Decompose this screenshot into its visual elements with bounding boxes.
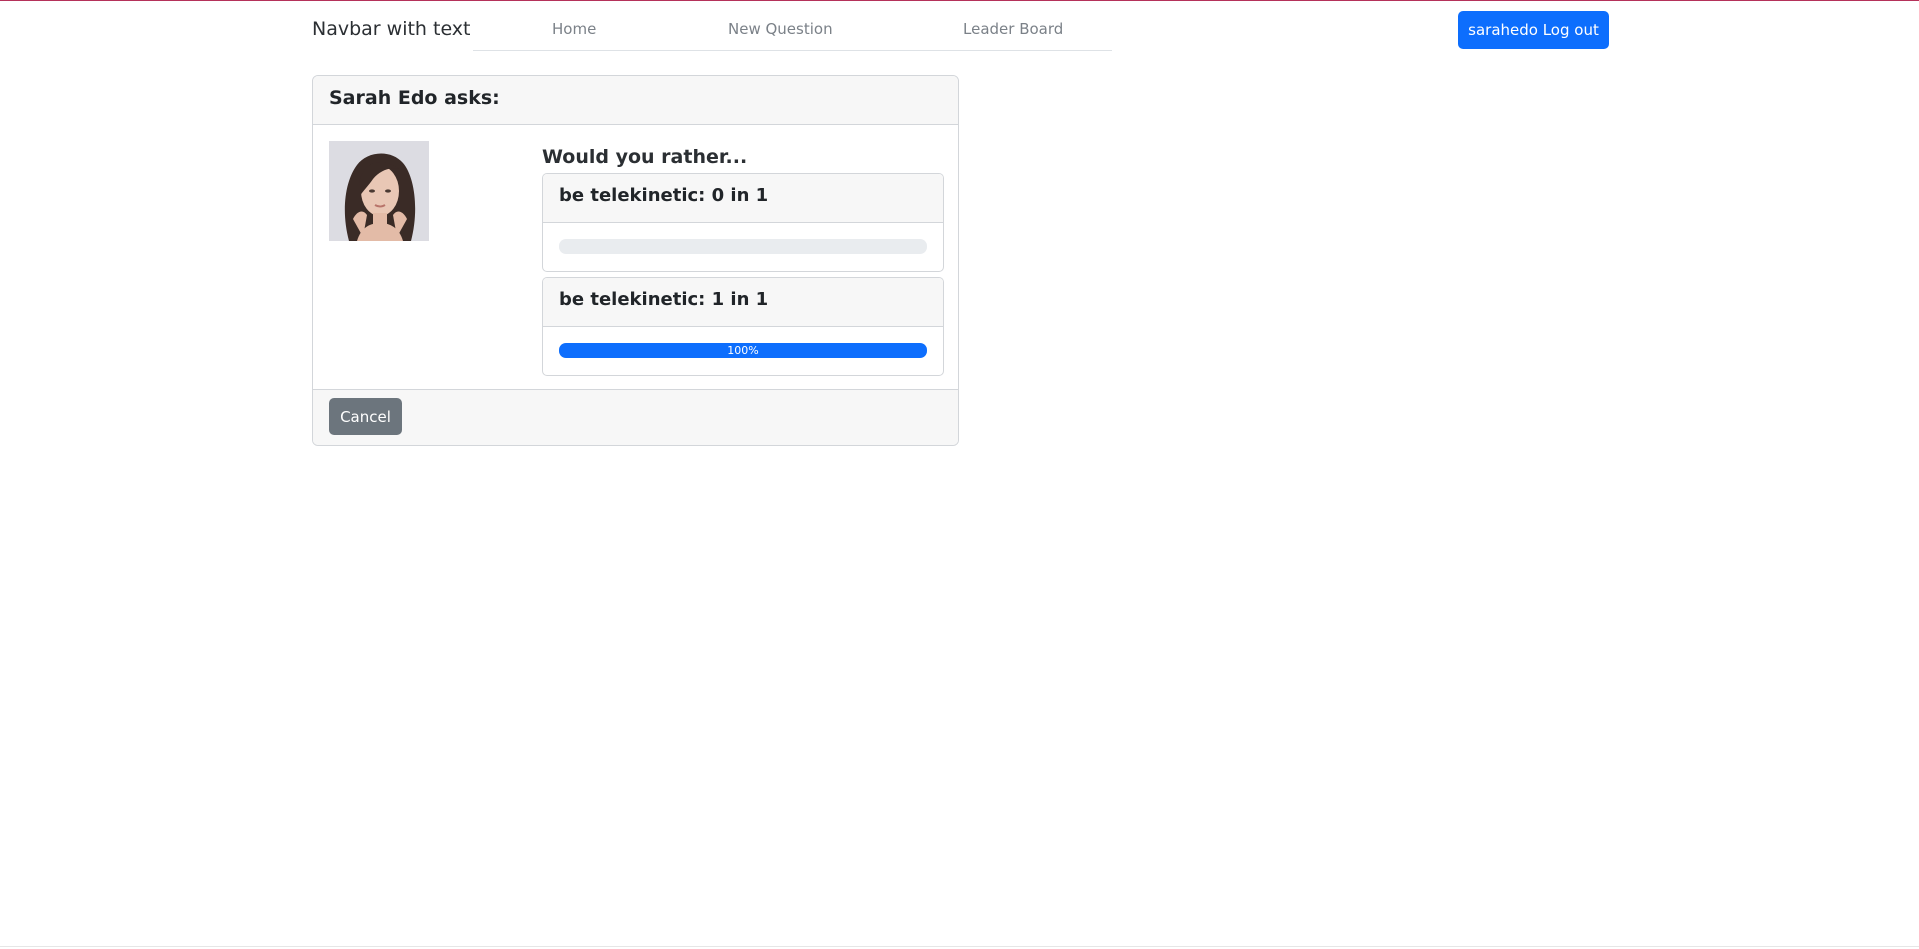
question-card-footer: Cancel bbox=[313, 389, 958, 445]
option-card: be telekinetic: 0 in 1 bbox=[542, 173, 944, 272]
nav-link-new-question[interactable]: New Question bbox=[728, 20, 833, 38]
navbar-brand[interactable]: Navbar with text bbox=[312, 18, 471, 40]
question-content: Would you rather... be telekinetic: 0 in… bbox=[542, 141, 944, 381]
bottom-divider bbox=[0, 946, 1919, 947]
cancel-button[interactable]: Cancel bbox=[329, 398, 402, 435]
nav-link-leader-board[interactable]: Leader Board bbox=[963, 20, 1063, 38]
option-label: be telekinetic: 0 in 1 bbox=[559, 185, 769, 206]
option-card-body: 100% bbox=[543, 327, 943, 375]
avatar bbox=[329, 141, 429, 241]
vote-progress-bar: 100% bbox=[559, 343, 927, 358]
question-card: Sarah Edo asks: Would you rather... be t… bbox=[312, 75, 959, 446]
option-card: be telekinetic: 1 in 1 100% bbox=[542, 277, 944, 376]
nav-link-home[interactable]: Home bbox=[552, 20, 596, 38]
question-card-body: Would you rather... be telekinetic: 0 in… bbox=[313, 125, 958, 391]
would-you-rather-heading: Would you rather... bbox=[542, 146, 748, 168]
option-card-header: be telekinetic: 1 in 1 bbox=[543, 278, 943, 327]
vote-progress bbox=[559, 239, 927, 254]
option-card-body bbox=[543, 223, 943, 271]
woman-portrait-avatar-icon bbox=[329, 141, 429, 241]
option-card-header: be telekinetic: 0 in 1 bbox=[543, 174, 943, 223]
top-accent-line bbox=[0, 0, 1919, 1]
question-card-header: Sarah Edo asks: bbox=[313, 76, 958, 125]
logout-button[interactable]: sarahedo Log out bbox=[1458, 11, 1609, 49]
nav-tabs: Home New Question Leader Board bbox=[473, 10, 1112, 51]
vote-progress: 100% bbox=[559, 343, 927, 358]
asker-heading: Sarah Edo asks: bbox=[329, 87, 500, 109]
navbar: Navbar with text Home New Question Leade… bbox=[312, 10, 1609, 52]
option-label: be telekinetic: 1 in 1 bbox=[559, 289, 769, 310]
